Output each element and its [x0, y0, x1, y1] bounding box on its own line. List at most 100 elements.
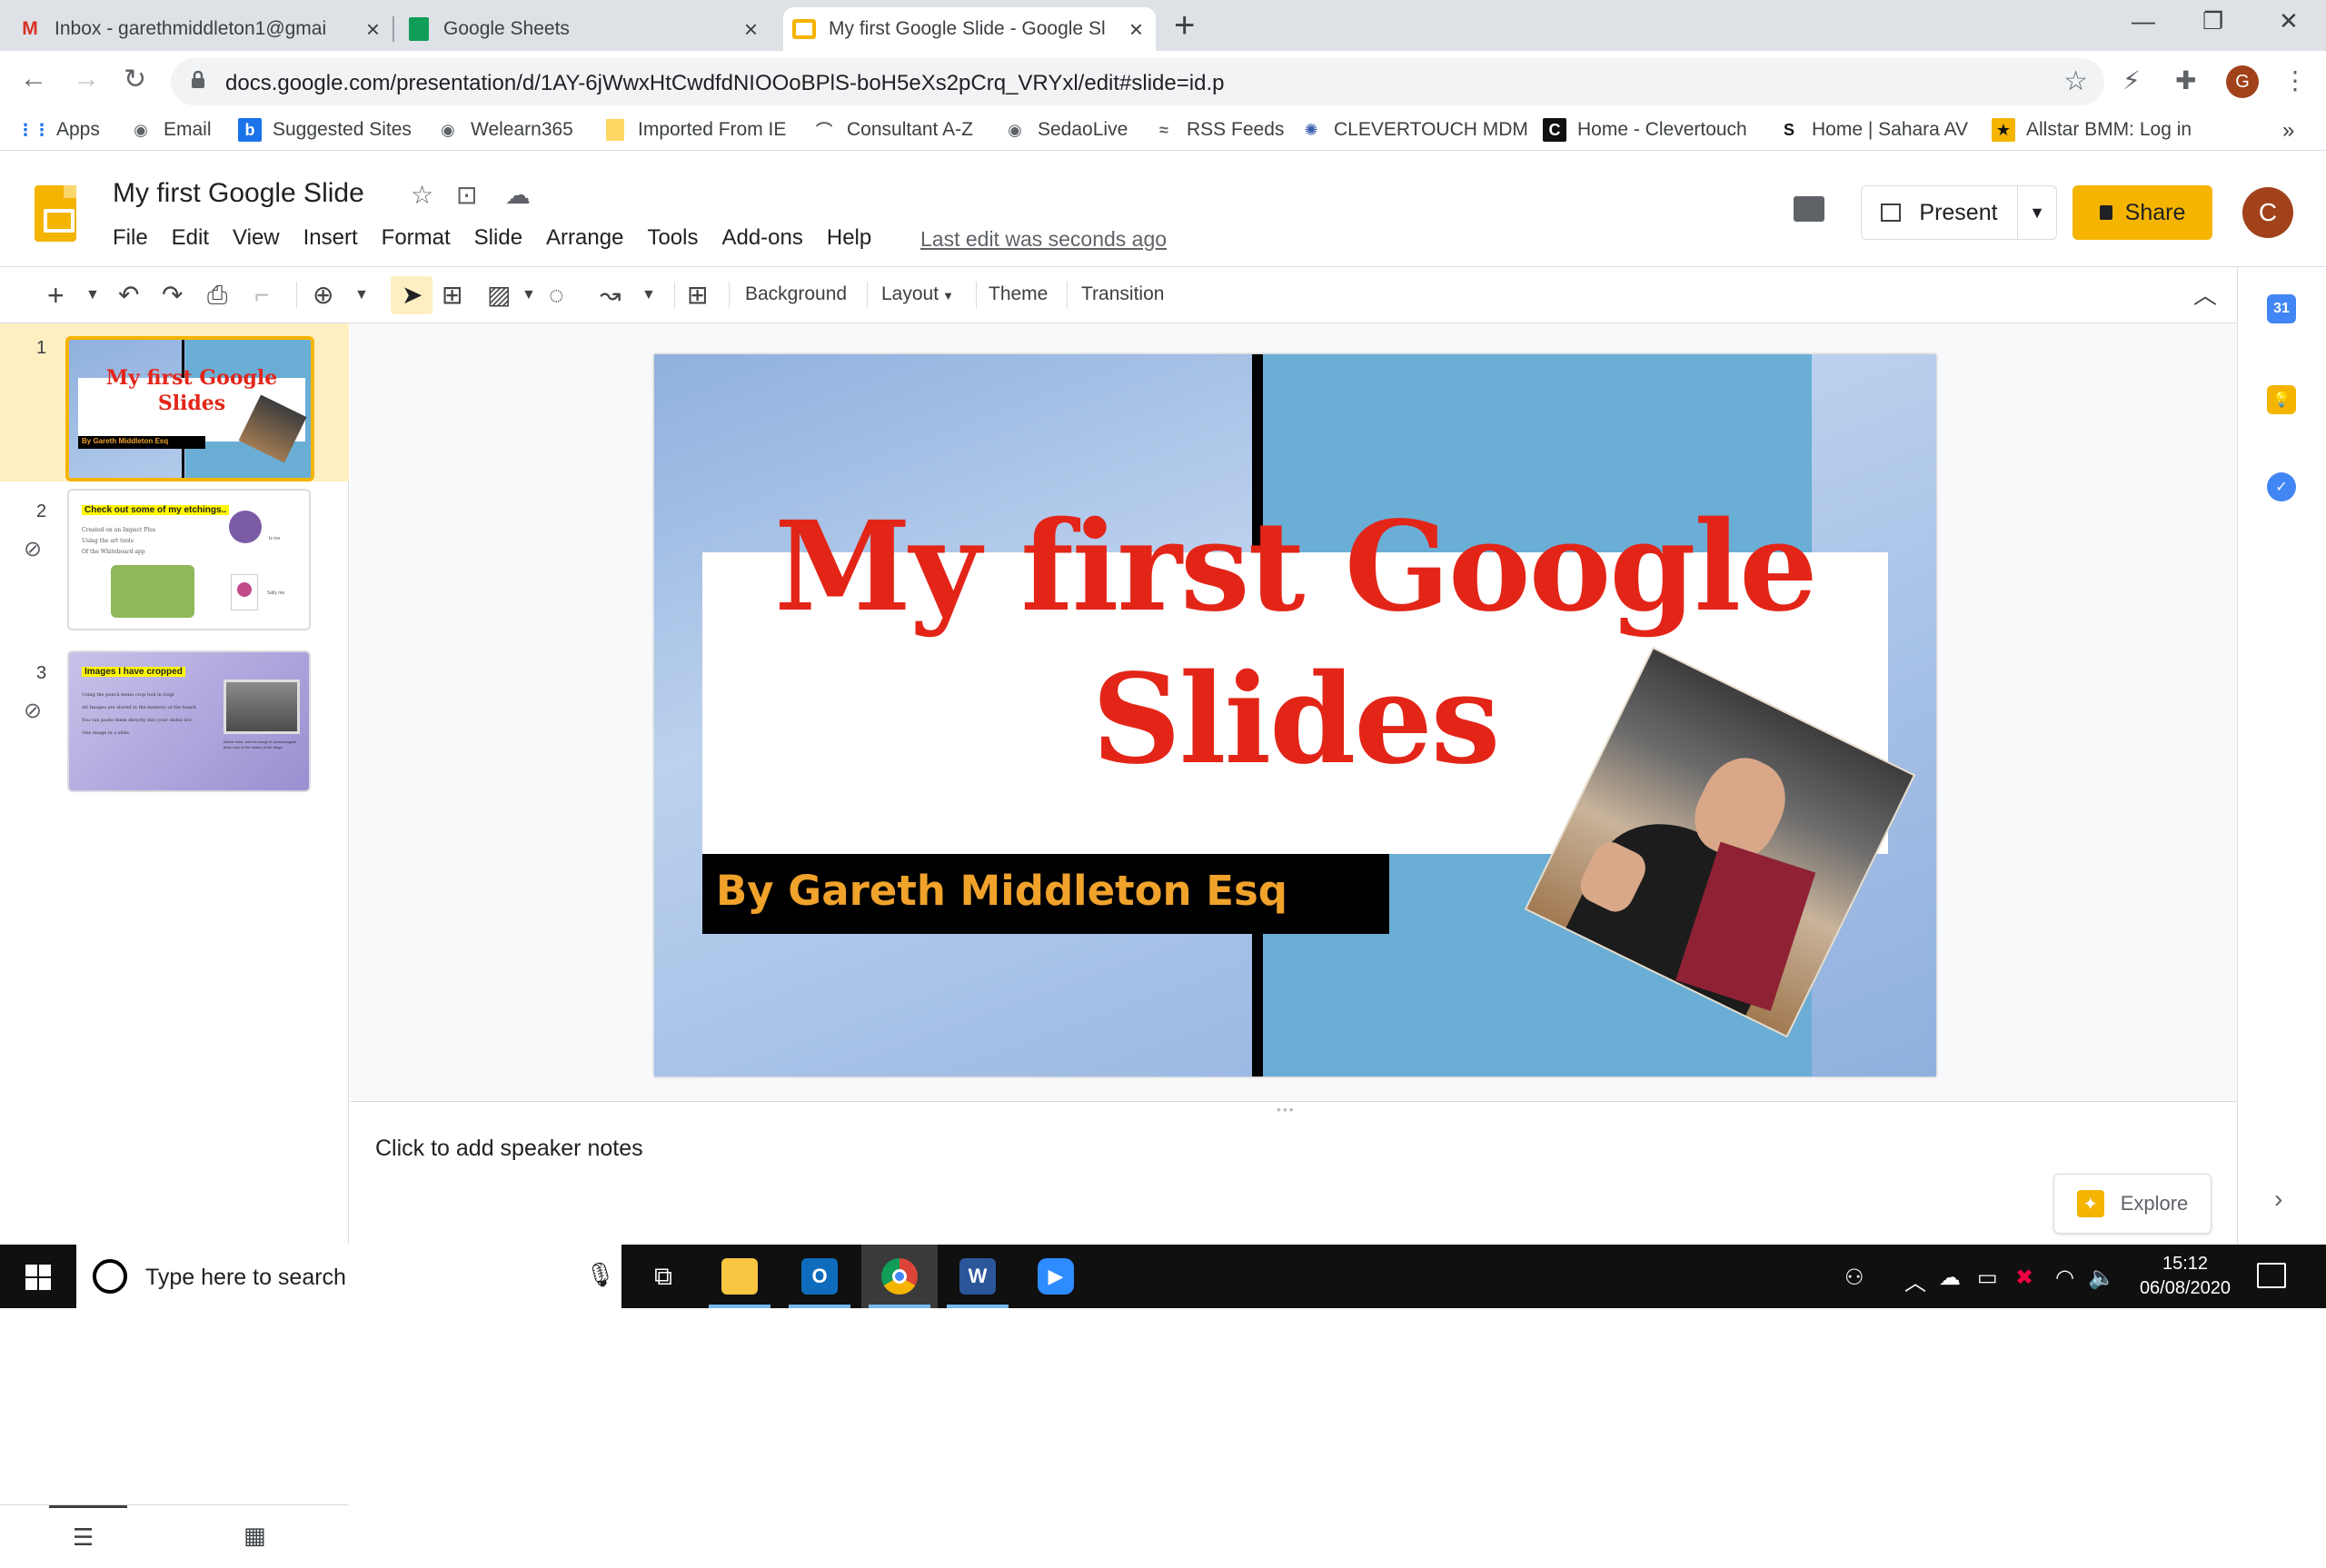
- forward-icon[interactable]: →: [73, 64, 100, 94]
- background-button[interactable]: Background: [745, 283, 847, 305]
- minimize-icon[interactable]: —: [2132, 7, 2155, 35]
- chevron-down-icon[interactable]: ▼: [2018, 203, 2056, 223]
- notes-resize-handle[interactable]: •••: [350, 1101, 2237, 1116]
- bookmark-allstar-bmm[interactable]: ★ Allstar BMM: Log in: [1992, 118, 2192, 142]
- bookmark-star-icon[interactable]: ☆: [2063, 65, 2088, 97]
- tab-slides[interactable]: My first Google Slide - Google Sl ×: [783, 7, 1156, 51]
- collapse-toolbar-icon[interactable]: ︿: [2193, 280, 2217, 311]
- menu-dots-icon[interactable]: ⋮: [2282, 65, 2308, 95]
- task-view-icon[interactable]: ⧉: [625, 1245, 701, 1308]
- close-icon[interactable]: ×: [1129, 15, 1143, 44]
- profile-avatar[interactable]: G: [2226, 65, 2259, 98]
- bookmark-home-clevertouch[interactable]: C Home - Clevertouch: [1543, 118, 1747, 142]
- redo-icon[interactable]: ↷: [162, 280, 183, 311]
- restore-icon[interactable]: ❐: [2202, 7, 2223, 35]
- chevron-down-icon[interactable]: ▼: [522, 280, 536, 311]
- slides-logo-icon[interactable]: [35, 185, 76, 242]
- menu-help[interactable]: Help: [827, 225, 871, 251]
- zoom-icon[interactable]: ⊕: [313, 280, 333, 311]
- tasks-icon[interactable]: ✓: [2267, 472, 2296, 501]
- move-folder-icon[interactable]: ⊡: [456, 180, 477, 210]
- back-icon[interactable]: ←: [20, 64, 47, 94]
- menu-slide[interactable]: Slide: [474, 225, 522, 251]
- more-bookmarks-icon[interactable]: »: [2282, 118, 2294, 144]
- chrome-icon[interactable]: [861, 1245, 938, 1308]
- document-title[interactable]: My first Google Slide: [113, 178, 364, 209]
- paint-format-icon[interactable]: ⌐: [254, 280, 269, 311]
- reload-icon[interactable]: ↻: [124, 64, 146, 95]
- slide-thumbnail-1[interactable]: 1 My first Google Slides By Gareth Middl…: [0, 323, 349, 481]
- filmstrip-view-icon[interactable]: ☰: [73, 1523, 94, 1552]
- comments-icon[interactable]: [1794, 196, 1824, 222]
- undo-icon[interactable]: ↶: [118, 280, 139, 311]
- bookmark-suggested-sites[interactable]: b Suggested Sites: [238, 118, 412, 142]
- bookmark-sahara-av[interactable]: S Home | Sahara AV: [1777, 118, 1968, 142]
- menu-file[interactable]: File: [113, 225, 148, 251]
- theme-button[interactable]: Theme: [989, 283, 1048, 305]
- star-icon[interactable]: ☆: [411, 180, 433, 210]
- bookmark-rss-feeds[interactable]: ≈ RSS Feeds: [1152, 118, 1284, 142]
- user-avatar[interactable]: C: [2242, 187, 2293, 238]
- wifi-icon[interactable]: ◠: [2055, 1265, 2074, 1291]
- speaker-notes-placeholder[interactable]: Click to add speaker notes: [375, 1136, 643, 1162]
- taskbar-search[interactable]: Type here to search 🎙: [76, 1245, 621, 1308]
- microphone-icon[interactable]: 🎙: [585, 1261, 615, 1289]
- present-button[interactable]: Present ▼: [1861, 185, 2057, 240]
- show-hidden-icons[interactable]: ︿: [1904, 1265, 1926, 1296]
- people-icon[interactable]: ⚇: [1844, 1265, 1864, 1291]
- dropbox-icon[interactable]: ✖: [2015, 1265, 2033, 1291]
- volume-icon[interactable]: 🔈: [2088, 1265, 2115, 1291]
- bookmark-clevertouch-mdm[interactable]: ✺ CLEVERTOUCH MDM: [1299, 118, 1527, 142]
- extension-icon[interactable]: ⚡: [2122, 65, 2141, 95]
- notifications-icon[interactable]: [2257, 1263, 2286, 1288]
- onedrive-icon[interactable]: ☁: [1939, 1265, 1961, 1291]
- bookmark-consultant-a-z[interactable]: ⌒ Consultant A-Z: [812, 118, 973, 142]
- close-icon[interactable]: ×: [744, 15, 758, 44]
- omnibox[interactable]: docs.google.com/presentation/d/1AY-6jWwx…: [171, 58, 2104, 105]
- tab-gmail[interactable]: M Inbox - garethmiddleton1@gmai ×: [18, 7, 393, 51]
- slide-thumbnail-3[interactable]: 3 ⊘ Images I have cropped Using the penc…: [0, 649, 349, 807]
- menu-format[interactable]: Format: [382, 225, 451, 251]
- calendar-icon[interactable]: 31: [2267, 294, 2296, 323]
- expand-panel-icon[interactable]: ›: [2274, 1185, 2282, 1214]
- word-icon[interactable]: W: [939, 1245, 1016, 1308]
- zoom-app-icon[interactable]: ▶: [1018, 1245, 1094, 1308]
- cloud-saved-icon[interactable]: ☁: [505, 180, 531, 210]
- tab-sheets[interactable]: Google Sheets ×: [407, 7, 770, 51]
- chevron-down-icon[interactable]: ▼: [641, 280, 656, 311]
- new-tab-icon[interactable]: +: [1174, 7, 1195, 44]
- add-comment-icon[interactable]: ⊞: [687, 280, 708, 311]
- puzzle-icon[interactable]: ✚: [2175, 65, 2196, 95]
- menu-insert[interactable]: Insert: [303, 225, 358, 251]
- speaker-notes[interactable]: Click to add speaker notes: [350, 1116, 2237, 1245]
- explore-button[interactable]: ✦ Explore: [2053, 1174, 2212, 1234]
- layout-button[interactable]: Layout ▼: [881, 283, 954, 305]
- chevron-down-icon[interactable]: ▼: [85, 280, 100, 311]
- menu-add-ons[interactable]: Add-ons: [721, 225, 802, 251]
- new-slide-icon[interactable]: +: [47, 280, 65, 311]
- select-tool-icon[interactable]: ➤: [391, 276, 432, 314]
- close-icon[interactable]: ×: [366, 15, 380, 44]
- outlook-icon[interactable]: O: [781, 1245, 858, 1308]
- current-slide[interactable]: My first Google Slides By Gareth Middlet…: [654, 354, 1936, 1077]
- menu-edit[interactable]: Edit: [172, 225, 209, 251]
- bookmark-imported-from-ie[interactable]: Imported From IE: [603, 118, 786, 142]
- chevron-down-icon[interactable]: ▼: [354, 280, 369, 311]
- keep-icon[interactable]: 💡: [2267, 385, 2296, 414]
- last-edit-link[interactable]: Last edit was seconds ago: [920, 227, 1167, 252]
- slide-thumbnail-2[interactable]: 2 ⊘ Check out some of my etchings.. Crea…: [0, 487, 349, 645]
- print-icon[interactable]: ⎙: [207, 280, 227, 311]
- file-explorer-icon[interactable]: [701, 1245, 778, 1308]
- system-clock[interactable]: 15:12 06/08/2020: [2117, 1252, 2253, 1301]
- menu-tools[interactable]: Tools: [647, 225, 698, 251]
- bookmark-welearn365[interactable]: ◉ Welearn365: [436, 118, 573, 142]
- share-button[interactable]: Share: [2073, 185, 2212, 240]
- grid-view-icon[interactable]: ▦: [244, 1522, 266, 1550]
- bookmark-sedaolive[interactable]: ◉ SedaoLive: [1003, 118, 1128, 142]
- present-main[interactable]: Present: [1862, 186, 2018, 239]
- transition-button[interactable]: Transition: [1081, 283, 1164, 305]
- text-box-icon[interactable]: ⊞: [442, 280, 462, 311]
- image-icon[interactable]: ▨: [487, 280, 511, 311]
- bookmark-apps[interactable]: ⋮⋮ Apps: [17, 118, 100, 142]
- slide-subtitle[interactable]: By Gareth Middleton Esq: [716, 867, 1287, 915]
